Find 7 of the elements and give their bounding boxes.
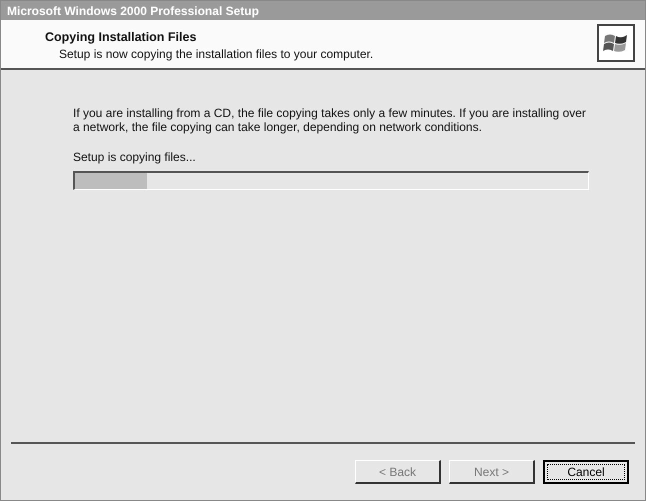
page-title: Copying Installation Files [45, 30, 198, 44]
window-title: Microsoft Windows 2000 Professional Setup [7, 4, 259, 18]
windows-flag-icon [597, 24, 635, 62]
page-subtitle: Setup is now copying the installation files to your computer. [58, 47, 374, 61]
cancel-button[interactable]: Cancel [543, 460, 629, 484]
description-text: If you are installing from a CD, the file copying takes only a few minutes. If you are installing over a network, the file copying can take longer, depending on network conditions. [73, 106, 587, 134]
status-text: Setup is copying files... [73, 150, 197, 164]
